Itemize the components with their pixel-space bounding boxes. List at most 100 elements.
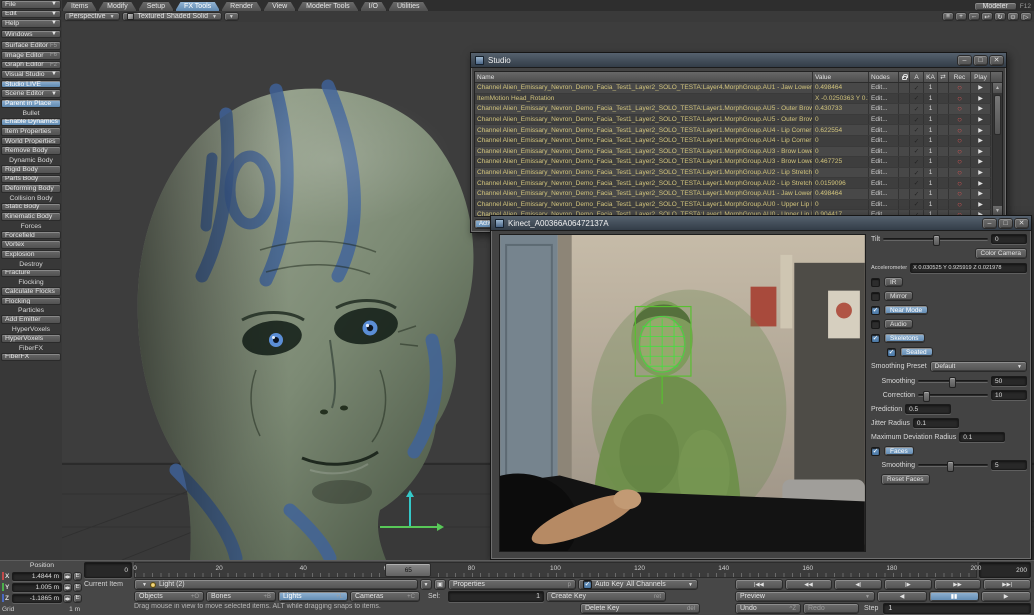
transport-button[interactable]: ▶▶| [983,579,1031,590]
channel-value[interactable]: X -0.0250363 Y 0.1 [813,94,869,104]
minimize-icon[interactable]: – [957,55,972,66]
transport-button[interactable]: |◀◀ [735,579,783,590]
sidebar-editor-button[interactable]: Graph Editor F2 ▼ [1,61,61,70]
sidebar-editor-button[interactable]: Parent in Place ▼ [1,99,61,108]
active-check[interactable]: ✓ [910,178,924,188]
nodes-edit-button[interactable]: Edit... [869,115,899,125]
active-check[interactable]: ✓ [910,125,924,135]
record-icon[interactable]: ○ [949,83,971,93]
item-type-lights[interactable]: Lights+L [278,591,348,602]
sidebar-item[interactable]: Enable Dynamics [1,118,61,127]
envelope-button[interactable]: E [73,572,82,581]
checkbox[interactable]: ✓ [871,320,880,329]
active-check[interactable]: ✓ [910,94,924,104]
active-check[interactable]: ✓ [910,147,924,157]
record-icon[interactable]: ○ [949,94,971,104]
redo-button[interactable]: Redo [803,603,859,614]
record-icon[interactable]: ○ [949,157,971,167]
checkbox[interactable]: ✓ [871,292,880,301]
record-icon[interactable]: ○ [949,115,971,125]
active-check[interactable]: ✓ [910,83,924,93]
sidebar-item[interactable]: Static Body [1,203,61,212]
undo-button[interactable]: Undo^Z [735,603,801,614]
main-tab[interactable]: Modeler Tools [297,1,358,11]
slider[interactable] [918,380,988,383]
play-icon[interactable]: ▶ [971,189,991,199]
playback-button[interactable]: ▶ [981,591,1031,602]
nodes-edit-button[interactable]: Edit... [869,157,899,167]
channel-row[interactable]: Channel Alien_Emissary_Nevron_Demo_Facia… [475,104,991,115]
end-frame-field[interactable]: 200 [979,562,1031,578]
active-check[interactable]: ✓ [910,189,924,199]
channel-row[interactable]: Channel Alien_Emissary_Nevron_Demo_Facia… [475,157,991,168]
sidebar-item[interactable]: HyperVoxels [1,334,61,343]
play-icon[interactable]: ▶ [971,200,991,210]
channel-value[interactable]: 0.430733 [813,104,869,114]
play-icon[interactable]: ▶ [971,125,991,135]
slider-value[interactable]: 10 [991,390,1027,400]
active-check[interactable]: ✓ [910,104,924,114]
channel-value[interactable]: 0.498464 [813,83,869,93]
shading-mode-dropdown[interactable]: Textured Shaded Solid▼ [122,12,222,21]
slider[interactable] [918,394,988,397]
play-icon[interactable]: ▶ [971,147,991,157]
nodes-edit-button[interactable]: Edit... [869,147,899,157]
channel-value[interactable]: 0 [813,147,869,157]
nodes-edit-button[interactable]: Edit... [869,189,899,199]
tilt-slider[interactable] [883,238,988,241]
properties-button[interactable]: Propertiesp [448,579,576,590]
nodes-edit-button[interactable]: Edit... [869,178,899,188]
studio-titlebar[interactable]: Studio – □ ✕ [471,53,1006,68]
channel-row[interactable]: Channel Alien_Emissary_Nevron_Demo_Facia… [475,189,991,200]
transport-button[interactable]: ◀| [834,579,882,590]
toggle-label[interactable]: Seated [900,347,933,357]
channel-value[interactable]: 0 [813,136,869,146]
sidebar-item[interactable]: Parts Body [1,175,61,184]
maximize-icon[interactable]: □ [998,218,1013,229]
record-icon[interactable]: ○ [949,104,971,114]
reset-faces-button[interactable]: Reset Faces [881,474,930,485]
play-icon[interactable]: ▶ [971,136,991,146]
sidebar-editor-button[interactable]: Visual Studio ▼ [1,70,61,79]
delete-key-button[interactable]: Delete Keydel [580,603,700,614]
sidebar-item[interactable]: Item Properties [1,127,61,136]
checkbox[interactable]: ✓ [871,306,880,315]
position-value-field[interactable]: 1.005 m [12,583,62,592]
item-type-objects[interactable]: Objects+O [134,591,204,602]
record-icon[interactable]: ○ [949,136,971,146]
viewport-tool-icon[interactable]: ⊙ [1007,12,1019,21]
channel-row[interactable]: Channel Alien_Emissary_Nevron_Demo_Facia… [475,125,991,136]
table-scrollbar[interactable]: ▲ ▼ [992,83,1002,216]
menu-button[interactable]: Help▼ [1,19,61,28]
spinner-control[interactable]: ◀▶ [63,594,72,603]
nodes-edit-button[interactable]: Edit... [869,83,899,93]
slider-value[interactable]: 50 [991,376,1027,386]
channel-row[interactable]: Channel Alien_Emissary_Nevron_Demo_Facia… [475,200,991,211]
channel-value[interactable]: 0 [813,115,869,125]
main-tab[interactable]: Setup [138,1,174,11]
spinner-control[interactable]: ◀▶ [63,572,72,581]
field-value[interactable]: 0.1 [959,432,1005,442]
main-tab[interactable]: Utilities [388,1,429,11]
checkbox[interactable]: ✓ [871,278,880,287]
scrollbar-thumb[interactable] [994,95,1001,135]
playback-button[interactable]: ▮▮ [929,591,979,602]
sidebar-editor-button[interactable]: Surface Editor F5 ▼ [1,41,61,50]
faces-smoothing-value[interactable]: 5 [991,460,1027,470]
modeler-button[interactable]: Modeler [974,2,1017,11]
play-icon[interactable]: ▶ [971,104,991,114]
sidebar-item[interactable]: Explosion [1,250,61,259]
record-icon[interactable]: ○ [949,168,971,178]
nodes-edit-button[interactable]: Edit... [869,104,899,114]
start-frame-field[interactable]: 0 [84,562,132,578]
main-tab[interactable]: FX Tools [175,1,220,11]
play-icon[interactable]: ▶ [971,168,991,178]
transport-button[interactable]: ◀◀ [785,579,833,590]
envelope-button[interactable]: E [73,583,82,592]
faces-smoothing-slider[interactable] [918,464,988,467]
main-tab[interactable]: I/O [360,1,387,11]
playback-button[interactable]: ◀ [877,591,927,602]
main-tab[interactable]: View [263,1,296,11]
sidebar-item[interactable]: Calculate Flocks [1,287,61,296]
toggle-label[interactable]: Audio [884,319,913,329]
